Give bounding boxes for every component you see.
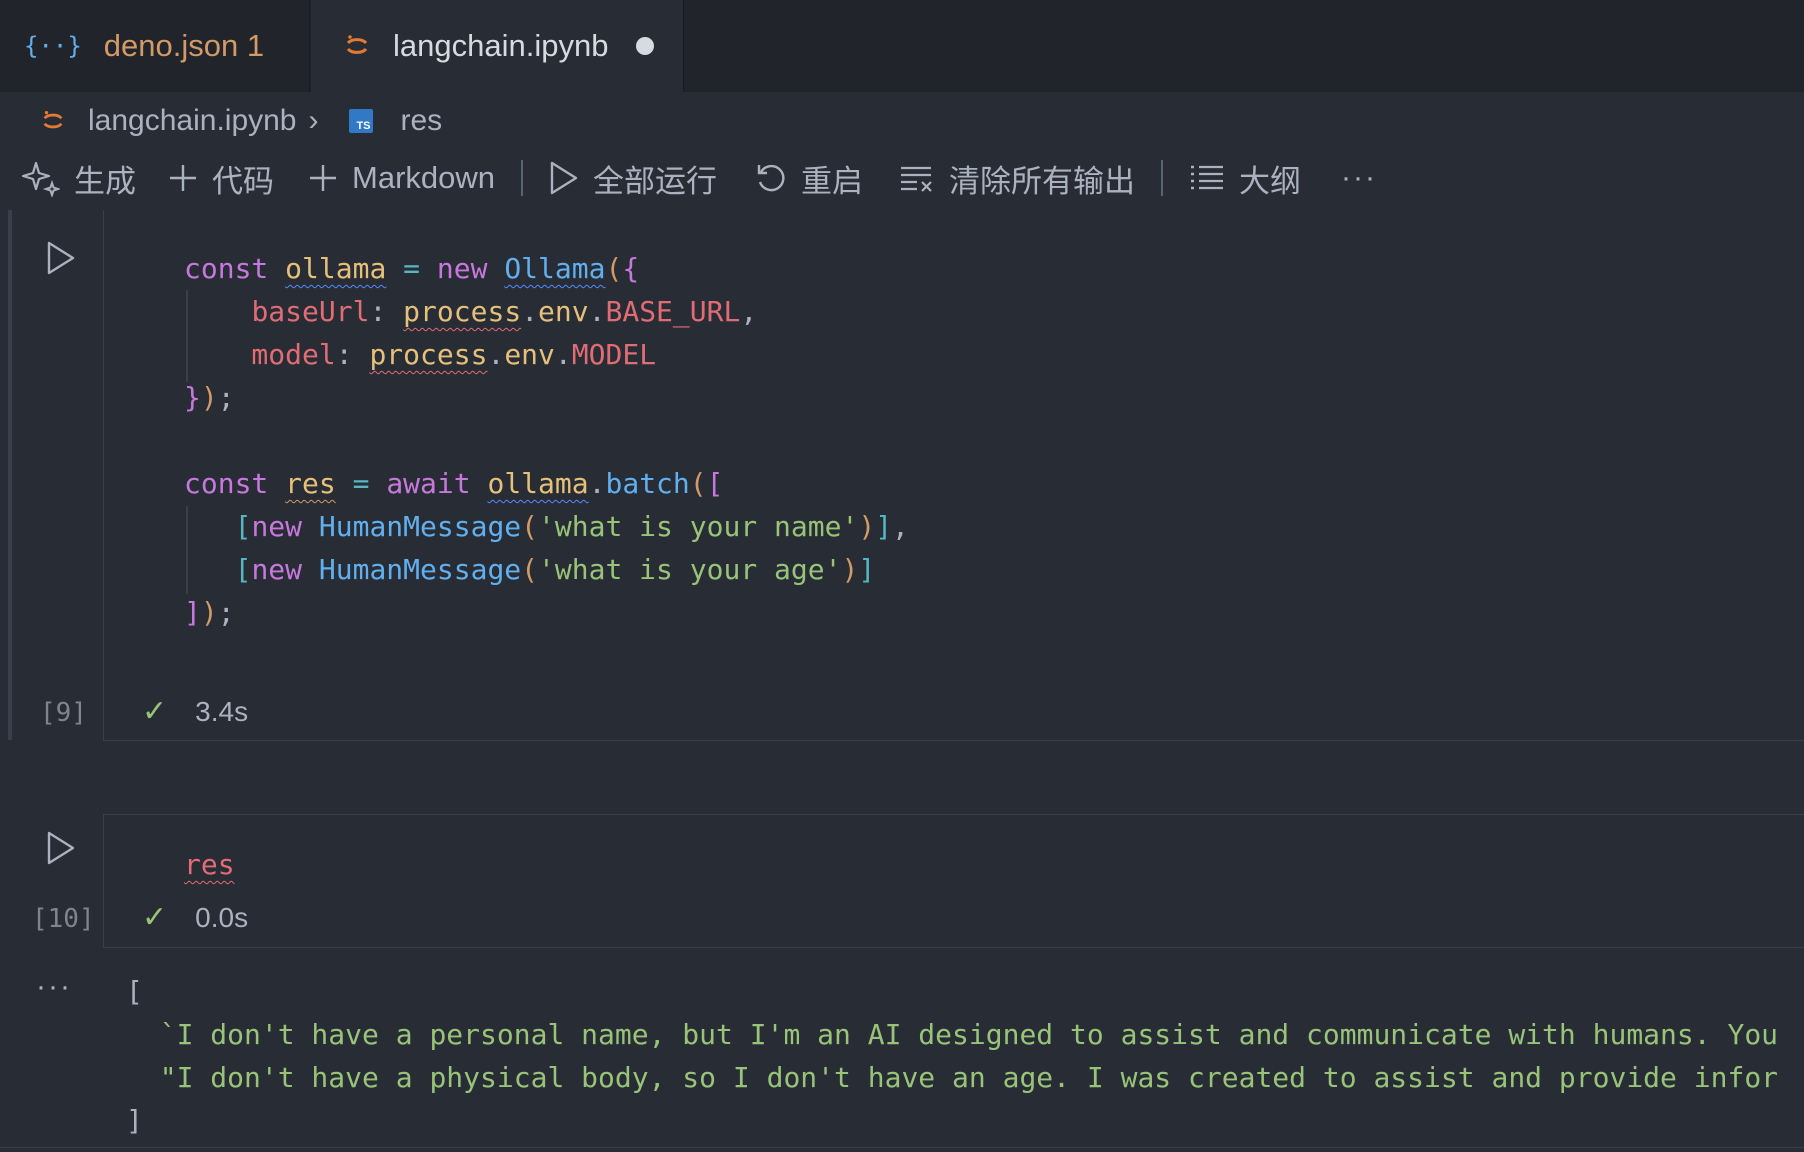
restart-label: 重启 <box>801 163 863 199</box>
cell-status: ✓ 0.0s <box>142 900 248 935</box>
generate-button[interactable]: 生成 <box>22 152 136 204</box>
cell-focus-bar <box>8 210 12 740</box>
json-braces-icon: {··} <box>24 32 82 60</box>
execution-count: [9] <box>40 698 87 728</box>
run-cell-icon[interactable] <box>46 240 76 276</box>
add-code-cell-button[interactable]: 代码 <box>168 152 274 204</box>
outline-button[interactable]: 大纲 <box>1189 152 1301 204</box>
add-markdown-cell-button[interactable]: Markdown <box>308 152 495 204</box>
add-code-label: 代码 <box>212 163 274 199</box>
execution-count: [10] <box>32 904 95 934</box>
clear-outputs-label: 清除所有输出 <box>949 163 1135 199</box>
clear-all-icon <box>901 166 932 192</box>
tab-label: langchain.ipynb <box>393 28 609 63</box>
outline-label: 大纲 <box>1239 163 1301 199</box>
output-more-actions[interactable]: ··· <box>36 970 72 1004</box>
check-icon: ✓ <box>142 901 168 934</box>
code-content[interactable]: res <box>184 843 235 886</box>
unsaved-dot-icon[interactable] <box>636 37 655 55</box>
output-line: "I don't have a physical body, so I don'… <box>159 1061 1779 1094</box>
tab-label: deno.json 1 <box>103 28 265 63</box>
more-actions-button[interactable]: ··· <box>1341 152 1377 204</box>
cell-output: [ `I don't have a personal name, but I'm… <box>126 970 1778 1142</box>
code-cell-editor[interactable] <box>103 814 1804 948</box>
play-icon <box>550 161 578 195</box>
toolbar-divider <box>1161 160 1163 196</box>
list-icon <box>1191 165 1223 190</box>
plus-icon <box>310 165 336 191</box>
tab-deno-json[interactable]: {··} deno.json 1 <box>0 0 310 92</box>
output-line: `I don't have a personal name, but I'm a… <box>159 1018 1779 1051</box>
tab-langchain-ipynb[interactable]: langchain.ipynb <box>311 0 684 92</box>
output-bracket-close: ] <box>126 1104 143 1137</box>
output-bracket-open: [ <box>126 975 143 1008</box>
sparkle-icon <box>22 161 60 197</box>
code-content[interactable]: const ollama = new Ollama({ baseUrl: pro… <box>184 247 909 634</box>
cell-status: ✓ 3.4s <box>142 694 248 729</box>
toolbar-divider <box>521 160 523 196</box>
divider <box>0 1147 1804 1148</box>
jupyter-notebook-icon <box>43 110 63 129</box>
clear-outputs-button[interactable]: 清除所有输出 <box>899 152 1135 204</box>
breadcrumb-file[interactable]: langchain.ipynb <box>88 104 297 138</box>
breadcrumb-symbol[interactable]: res <box>401 104 443 138</box>
generate-label: 生成 <box>74 163 136 199</box>
restart-button[interactable]: 重启 <box>755 152 863 204</box>
execution-duration: 0.0s <box>195 901 249 933</box>
check-icon: ✓ <box>142 695 168 728</box>
plus-icon <box>170 165 196 191</box>
add-markdown-label: Markdown <box>352 160 495 195</box>
execution-duration: 3.4s <box>195 695 249 727</box>
restart-icon <box>757 164 785 192</box>
run-cell-icon[interactable] <box>46 830 76 866</box>
run-all-button[interactable]: 全部运行 <box>549 152 717 204</box>
run-all-label: 全部运行 <box>593 163 717 199</box>
breadcrumb: langchain.ipynb › TS res <box>40 98 442 144</box>
chevron-right-icon: › <box>308 104 319 137</box>
notebook-toolbar: 生成 代码 Markdown 全部运行 重启 清除所有输出 大纲 ··· <box>0 152 1804 204</box>
typescript-icon: TS <box>348 109 373 133</box>
problem-count-badge: 1 <box>246 28 265 63</box>
tab-bar: {··} deno.json 1 langchain.ipynb <box>0 0 1804 92</box>
jupyter-notebook-icon <box>346 35 368 54</box>
